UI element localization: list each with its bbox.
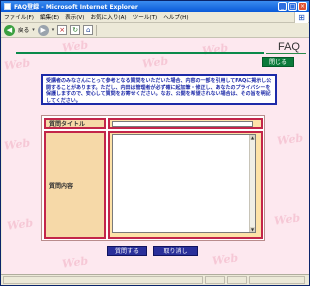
ie-icon — [4, 3, 11, 10]
body-label: 質問内容 — [44, 131, 106, 239]
close-window-button[interactable]: × — [298, 2, 307, 11]
forward-dropdown-icon[interactable]: ▾ — [52, 27, 55, 33]
stop-icon[interactable]: × — [57, 25, 68, 35]
back-label[interactable]: 戻る — [18, 26, 29, 34]
watermark-text: Web — [201, 41, 229, 58]
back-dropdown-icon[interactable]: ▾ — [32, 27, 35, 33]
toolbar: ◀ 戻る ▾ ▶ ▾ × ↻ ⌂ — [1, 23, 309, 38]
header-rule — [16, 52, 264, 54]
title-row: 質問タイトル — [44, 118, 263, 129]
watermark-text: Web — [211, 251, 239, 268]
title-cell — [108, 118, 263, 129]
maximize-button[interactable]: □ — [288, 2, 297, 11]
window-title: FAQ登録 - Microsoft Internet Explorer — [14, 4, 138, 11]
question-form: 質問タイトル 質問内容 ▲ ▼ — [41, 115, 265, 241]
home-icon[interactable]: ⌂ — [83, 25, 94, 35]
title-bar: FAQ登録 - Microsoft Internet Explorer _ □ … — [1, 1, 309, 12]
page-content: Web Web Web Web Web Web Web Web Web Web … — [2, 38, 309, 274]
submit-question-button[interactable]: 質問する — [107, 246, 147, 256]
scroll-down-icon[interactable]: ▼ — [250, 227, 255, 232]
back-arrow-icon[interactable]: ◀ — [4, 24, 15, 36]
cancel-button[interactable]: 取り消し — [153, 246, 198, 256]
toolbar-separator — [96, 24, 98, 36]
menu-file[interactable]: ファイル(F) — [1, 13, 37, 21]
menu-bar: ファイル(F) 編集(E) 表示(V) お気に入り(A) ツール(T) ヘルプ(… — [1, 12, 309, 23]
refresh-icon[interactable]: ↻ — [70, 25, 81, 35]
close-page-button[interactable]: 閉じる — [262, 57, 294, 67]
watermark-text: Web — [273, 211, 301, 228]
notice-box: 受講者のみなさんにとって参考となる質問をいただいた場合、内容の一部を引用してFA… — [41, 74, 277, 105]
title-underline — [266, 53, 306, 54]
windows-logo-icon: ⊞ — [294, 12, 308, 23]
status-zone-cell — [249, 276, 305, 284]
forward-arrow-icon[interactable]: ▶ — [37, 24, 49, 36]
watermark-text: Web — [3, 56, 31, 73]
title-label: 質問タイトル — [44, 118, 106, 129]
watermark-text: Web — [276, 131, 304, 148]
menu-view[interactable]: 表示(V) — [62, 13, 87, 21]
menu-favorites[interactable]: お気に入り(A) — [87, 13, 129, 21]
menu-tools[interactable]: ツール(T) — [130, 13, 161, 21]
notice-text: 受講者のみなさんにとって参考となる質問をいただいた場合、内容の一部を引用してFA… — [46, 78, 272, 104]
page-title: FAQ — [277, 41, 300, 53]
minimize-button[interactable]: _ — [278, 2, 287, 11]
menu-edit[interactable]: 編集(E) — [37, 13, 62, 21]
body-cell: ▲ ▼ — [108, 131, 263, 239]
question-body-textarea[interactable]: ▲ ▼ — [112, 134, 256, 233]
status-text-cell — [3, 276, 203, 284]
watermark-text: Web — [61, 254, 89, 271]
watermark-text: Web — [141, 54, 169, 71]
watermark-text: Web — [6, 216, 34, 233]
question-title-input[interactable] — [112, 121, 253, 127]
browser-window: FAQ登録 - Microsoft Internet Explorer _ □ … — [0, 0, 310, 286]
textarea-scrollbar[interactable]: ▲ ▼ — [249, 135, 255, 232]
status-cell — [205, 276, 225, 284]
status-bar — [1, 274, 309, 285]
status-cell — [227, 276, 247, 284]
scroll-up-icon[interactable]: ▲ — [250, 135, 255, 140]
body-row: 質問内容 ▲ ▼ — [44, 131, 263, 239]
watermark-text: Web — [3, 136, 31, 153]
menu-help[interactable]: ヘルプ(H) — [160, 13, 191, 21]
